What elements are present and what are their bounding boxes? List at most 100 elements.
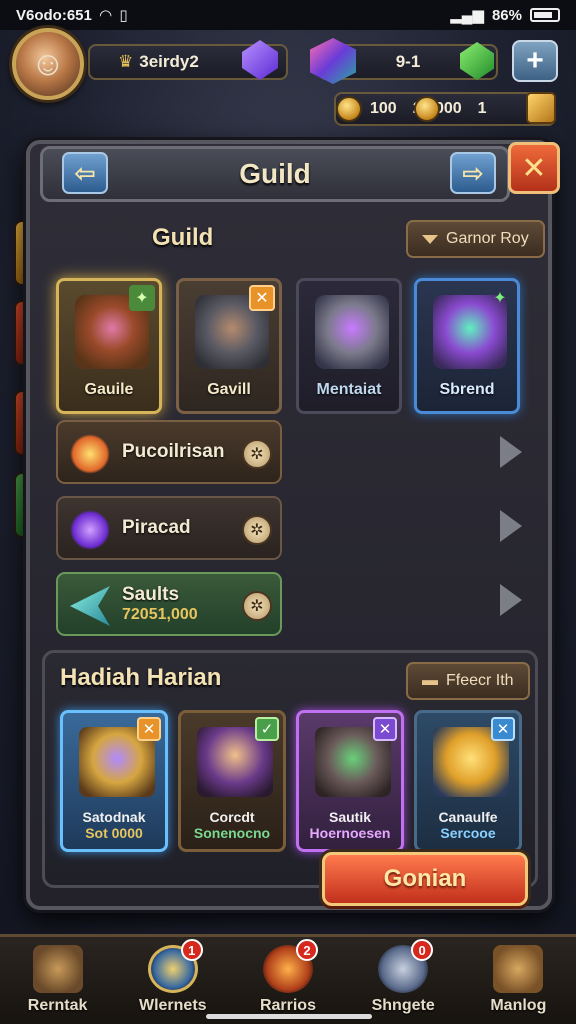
reward-badge: ✕ xyxy=(137,717,161,741)
card-label: Gauile xyxy=(84,381,134,398)
reward-name: Sautik xyxy=(328,809,371,825)
house-icon xyxy=(32,945,83,993)
card-badge: ✦ xyxy=(129,285,155,311)
nav-label: Rerntak xyxy=(27,997,88,1014)
guild-row[interactable]: Saults 72051,000 ✲ xyxy=(56,572,282,636)
status-bar: V6odo:651 ◠ ▯ ▂▄▆ 86% xyxy=(0,0,576,30)
sort-button[interactable]: Garnor Roy xyxy=(406,220,545,258)
guild-card[interactable]: ✦ Gauile xyxy=(56,278,162,414)
nav-label: Manlog xyxy=(490,997,547,1014)
bottom-nav: Rerntak 1 Wlernets 2 Rarrios 0 Shngete M… xyxy=(0,934,576,1024)
filter-icon: ▬ xyxy=(422,672,438,689)
nav-label: Wlernets xyxy=(138,997,207,1014)
nav-label: Shngete xyxy=(371,997,435,1014)
star-burst-icon xyxy=(70,434,110,474)
reward-badge: ✓ xyxy=(255,717,279,741)
status-left: V6odo:651 ◠ ▯ xyxy=(16,6,128,25)
next-arrow-button[interactable]: ⇨ xyxy=(450,152,496,194)
reward-value: Hoernoesen xyxy=(309,825,391,841)
reward-badge: ✕ xyxy=(491,717,515,741)
card-label: Gavill xyxy=(207,381,251,398)
reward-value: Sercooe xyxy=(440,825,496,841)
prev-arrow-button[interactable]: ⇦ xyxy=(62,152,108,194)
currency-pill[interactable]: 100 20.000 1 xyxy=(334,92,556,126)
nav-badge: 0 xyxy=(411,939,434,961)
gear-icon[interactable]: ✲ xyxy=(242,439,272,469)
card-badge: ✦ xyxy=(493,290,507,307)
guild-card[interactable]: Mentaiat xyxy=(296,278,402,414)
purple-orb-icon xyxy=(70,510,110,550)
reward-badge: ✕ xyxy=(373,717,397,741)
panel-title: Guild xyxy=(239,158,311,189)
sort-label: Garnor Roy xyxy=(446,230,529,247)
battery-percent: 86% xyxy=(491,6,522,24)
status-time: V6odo:651 xyxy=(16,6,92,24)
potion-coin-icon xyxy=(336,96,362,122)
arrow-right-icon: ⇨ xyxy=(462,157,484,188)
gold-coin-icon xyxy=(414,96,440,122)
battery-icon xyxy=(530,8,560,22)
currency-a-value: 100 xyxy=(370,100,397,117)
reward-name: Corcdt xyxy=(209,809,255,825)
filter-label: Ffeecr Ith xyxy=(446,672,514,689)
reward-card[interactable]: ✕ Canaulfe Sercooe xyxy=(414,710,522,852)
arrow-blade-icon xyxy=(70,586,110,626)
spiked-relic-icon xyxy=(315,295,389,369)
status-right: ▂▄▆ 86% xyxy=(450,6,560,24)
reward-name: Satodnak xyxy=(82,809,146,825)
rewards-section-title: Hadiah Harian xyxy=(60,664,222,691)
filter-button[interactable]: ▬ Ffeecr Ith xyxy=(406,662,530,700)
close-button[interactable]: ✕ xyxy=(508,142,560,194)
gate-icon xyxy=(493,945,544,993)
play-arrow-icon[interactable] xyxy=(500,436,522,468)
panel-header: Guild xyxy=(40,146,510,202)
nav-item-battle[interactable]: 2 Rarrios xyxy=(238,939,338,1015)
reward-card[interactable]: ✕ Satodnak Sot 0000 xyxy=(60,710,168,852)
nav-badge: 2 xyxy=(295,939,318,961)
reward-card[interactable]: ✓ Corcdt Sonenocno xyxy=(178,710,286,852)
reward-card[interactable]: ✕ Sautik Hoernoesen xyxy=(296,710,404,852)
close-icon: ✕ xyxy=(521,151,547,185)
nav-item-shop[interactable]: 0 Shngete xyxy=(353,939,453,1015)
sim-icon: ▯ xyxy=(119,7,128,24)
gear-icon[interactable]: ✲ xyxy=(242,515,272,545)
guild-card[interactable]: ✕ Gavill xyxy=(176,278,282,414)
signal-icon: ▂▄▆ xyxy=(450,7,484,24)
player-avatar[interactable]: ☺ xyxy=(12,28,84,100)
reward-value: Sonenocno xyxy=(193,825,271,841)
reward-name: Canaulfe xyxy=(438,809,498,825)
guild-row[interactable]: Pucoilrisan ✲ xyxy=(56,420,282,484)
card-label: Sbrend xyxy=(439,381,495,398)
crown-icon: ♛ xyxy=(118,52,134,71)
arrow-left-icon: ⇦ xyxy=(74,157,96,188)
row-label: Pucoilrisan xyxy=(122,441,225,462)
guild-section-title: Guild xyxy=(152,224,214,251)
wifi-icon: ◠ xyxy=(99,7,112,24)
card-label: Mentaiat xyxy=(316,381,382,398)
guild-card[interactable]: ✦ Sbrend xyxy=(414,278,520,414)
row-label: Piracad xyxy=(122,517,191,538)
home-indicator[interactable] xyxy=(206,1014,372,1019)
nav-label: Rarrios xyxy=(259,997,316,1014)
row-value: 72051,000 xyxy=(122,606,198,623)
nav-badge: 1 xyxy=(180,939,203,961)
sort-caret-icon xyxy=(422,234,438,244)
currency-b-suffix: 1 xyxy=(477,100,487,117)
add-currency-button[interactable]: + xyxy=(512,40,558,82)
play-arrow-icon[interactable] xyxy=(500,584,522,616)
row-text: Saults 72051,000 xyxy=(122,584,198,624)
play-arrow-icon[interactable] xyxy=(500,510,522,542)
guild-row[interactable]: Piracad ✲ xyxy=(56,496,282,560)
hero-portrait-icon: ☺ xyxy=(30,44,66,83)
reward-value: Sot 0000 xyxy=(85,825,143,841)
nav-item-home[interactable]: Rerntak xyxy=(8,945,108,1015)
claim-label: Gonian xyxy=(383,865,467,892)
card-badge: ✕ xyxy=(249,285,275,311)
claim-button[interactable]: Gonian xyxy=(322,852,528,906)
gold-bar-icon xyxy=(526,92,556,124)
player-name: 3eirdy2 xyxy=(139,52,199,71)
nav-item-log[interactable]: Manlog xyxy=(468,945,568,1015)
nav-item-heroes[interactable]: 1 Wlernets xyxy=(123,939,223,1015)
gear-icon[interactable]: ✲ xyxy=(242,591,272,621)
stage-value: 9-1 xyxy=(395,52,421,71)
